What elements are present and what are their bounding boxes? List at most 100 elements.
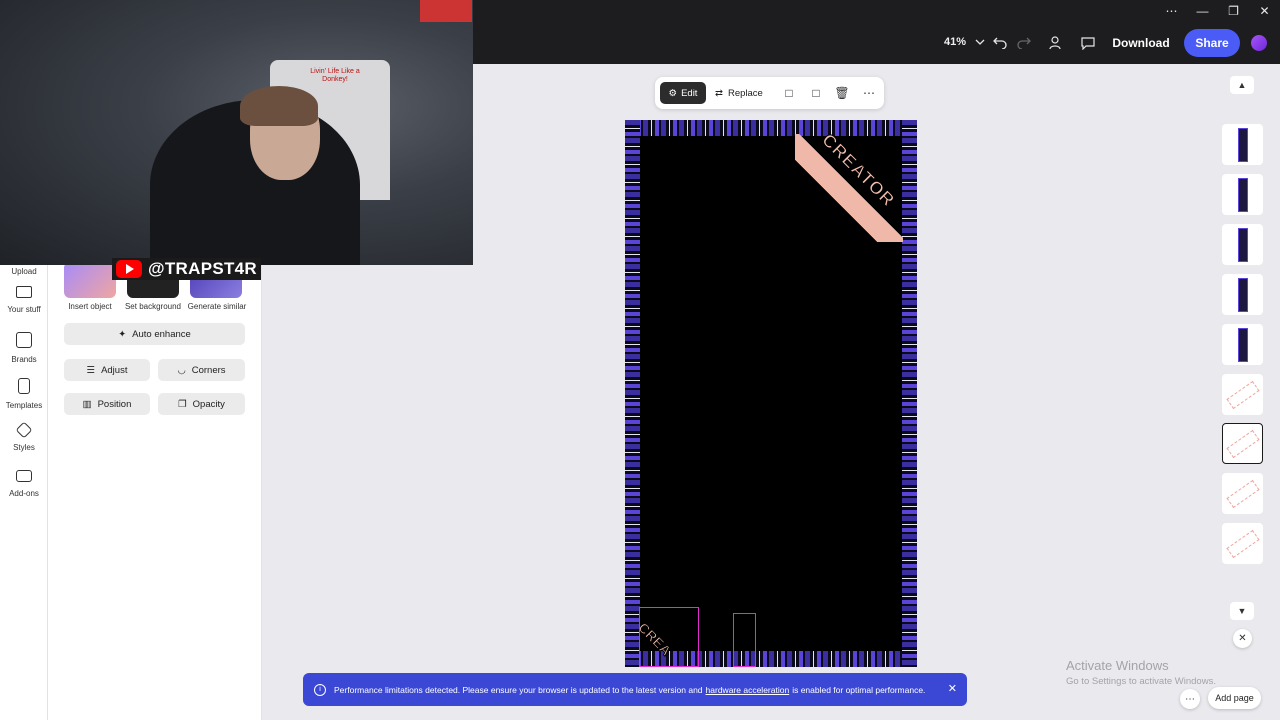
redo-icon[interactable] [1014,33,1034,53]
rail-item-add-ons[interactable]: Add-ons [0,470,48,498]
border-left [625,120,640,667]
hardware-acceleration-link[interactable]: hardware acceleration [706,685,790,695]
generate-similar-label: Generate similar [187,302,247,311]
activate-windows-watermark: Activate Windows Go to Settings to activ… [1066,658,1216,687]
chevron-down-icon [975,39,985,45]
page-thumbnail[interactable] [1222,124,1263,165]
page-preview [1237,127,1248,162]
comment-icon[interactable] [1078,33,1098,53]
page-preview [1237,277,1248,312]
selection-box[interactable] [639,607,699,667]
page-thumbnail[interactable] [1222,274,1263,315]
page-preview [1225,529,1260,558]
share-button[interactable]: Share [1184,29,1240,57]
page-thumbnail[interactable] [1222,473,1263,514]
add-page-button[interactable]: Add page [1208,687,1261,709]
border-right [902,120,917,667]
page-preview [1225,429,1260,458]
scroll-up-icon[interactable]: ▲ [1230,76,1254,94]
rail-label: Upload [11,267,37,276]
rail-label: Templates [5,401,43,410]
page-thumbnail[interactable] [1222,174,1263,215]
insert-object-thumbnail[interactable] [64,262,116,298]
crop-icon[interactable]: □ [781,85,797,101]
corners-label: Corners [191,364,226,376]
page-thumbnail[interactable] [1222,324,1263,365]
position-button[interactable]: ▥ Position [64,393,150,415]
adjust-label: Adjust [101,364,128,376]
page-thumbnails: ▲ ▼ [1214,72,1272,632]
performance-notice: i Performance limitations detected. Plea… [303,673,967,706]
page-thumbnail[interactable] [1222,374,1263,415]
close-notice-icon[interactable]: ✕ [948,682,957,695]
more-options-icon[interactable]: ⋯ [1156,0,1187,22]
download-button[interactable]: Download [1106,30,1176,56]
corner-radius-icon: ◡ [177,364,186,376]
page-thumbnail[interactable] [1222,224,1263,265]
rail-label: Styles [13,443,35,452]
edit-button[interactable]: ⚙ Edit [660,82,706,104]
zoom-control[interactable]: 41% [944,36,985,48]
streamer-hair [240,86,318,126]
youtube-handle: @TRAPST4R [148,259,258,278]
zoom-value: 41% [944,36,967,48]
rail-label: Your stuff [7,305,41,314]
selection-box[interactable] [733,613,756,667]
page-preview [1237,177,1248,212]
styles-icon [15,421,33,439]
window-controls: ⋯ — ❐ ✕ [1156,0,1280,22]
rail-item-brands[interactable]: Brands [0,332,48,364]
close-window-icon[interactable]: ✕ [1249,0,1280,22]
artboard[interactable]: CREATOR CREA [625,120,917,667]
brands-icon [16,332,32,348]
rail-label: Add-ons [9,489,39,498]
restore-icon[interactable]: ❐ [1218,0,1249,22]
templates-icon [18,378,30,394]
page-thumbnail[interactable] [1222,523,1263,564]
rail-item-styles[interactable]: Styles [0,421,48,452]
close-pages-icon[interactable]: ✕ [1233,629,1252,648]
notice-text-before: Performance limitations detected. Please… [334,684,703,695]
sliders-icon: ⚙ [668,87,678,99]
rail-item-your-stuff[interactable]: Your stuff [0,286,48,314]
magic-wand-icon: ✦ [118,328,127,340]
rail-label: Brands [11,355,37,364]
rail-item-templates[interactable]: Templates [0,378,48,410]
page-thumbnail-selected[interactable] [1222,423,1263,464]
undo-icon[interactable] [990,33,1010,53]
delete-icon[interactable]: 🗑 [834,85,850,101]
more-icon[interactable]: ⋯ [861,85,877,101]
set-background-label: Set background [124,302,182,311]
adjust-button[interactable]: ☰ Adjust [64,359,150,381]
edit-label: Edit [681,87,698,99]
replace-label: Replace [727,87,763,99]
opacity-button[interactable]: ❐ Opacity [158,393,245,415]
auto-enhance-button[interactable]: ✦ Auto enhance [64,323,245,345]
info-icon: i [314,683,326,696]
position-label: Position [97,398,132,410]
comment-icon[interactable]: □ [808,85,824,101]
auto-enhance-label: Auto enhance [132,328,191,340]
align-icon: ▥ [82,398,92,410]
minimize-icon[interactable]: — [1187,0,1218,22]
youtube-icon [116,260,142,278]
replace-icon: ⇄ [715,87,723,99]
corners-button[interactable]: ◡ Corners [158,359,245,381]
replace-button[interactable]: ⇄ Replace [715,82,763,104]
wall-poster [420,0,472,22]
collaborate-icon[interactable] [1046,33,1066,53]
shirt-text: Livin' Life Like a Donkey! [310,68,360,84]
page-preview [1225,479,1260,508]
opacity-label: Opacity [192,398,225,410]
watermark-title: Activate Windows [1066,658,1169,673]
context-toolbar: ⚙ Edit ⇄ Replace □ □ 🗑 ⋯ [655,77,884,109]
youtube-badge: @TRAPST4R [112,258,262,280]
scroll-down-icon[interactable]: ▼ [1230,602,1254,620]
webcam-overlay: Livin' Life Like a Donkey! [0,0,473,265]
more-options-icon[interactable]: ⋯ [1180,689,1200,709]
insert-object-label: Insert object [68,302,112,311]
avatar[interactable] [1251,35,1267,51]
notice-text-after: is enabled for optimal performance. [792,684,926,695]
opacity-icon: ❐ [178,398,187,410]
addons-icon [16,470,32,482]
